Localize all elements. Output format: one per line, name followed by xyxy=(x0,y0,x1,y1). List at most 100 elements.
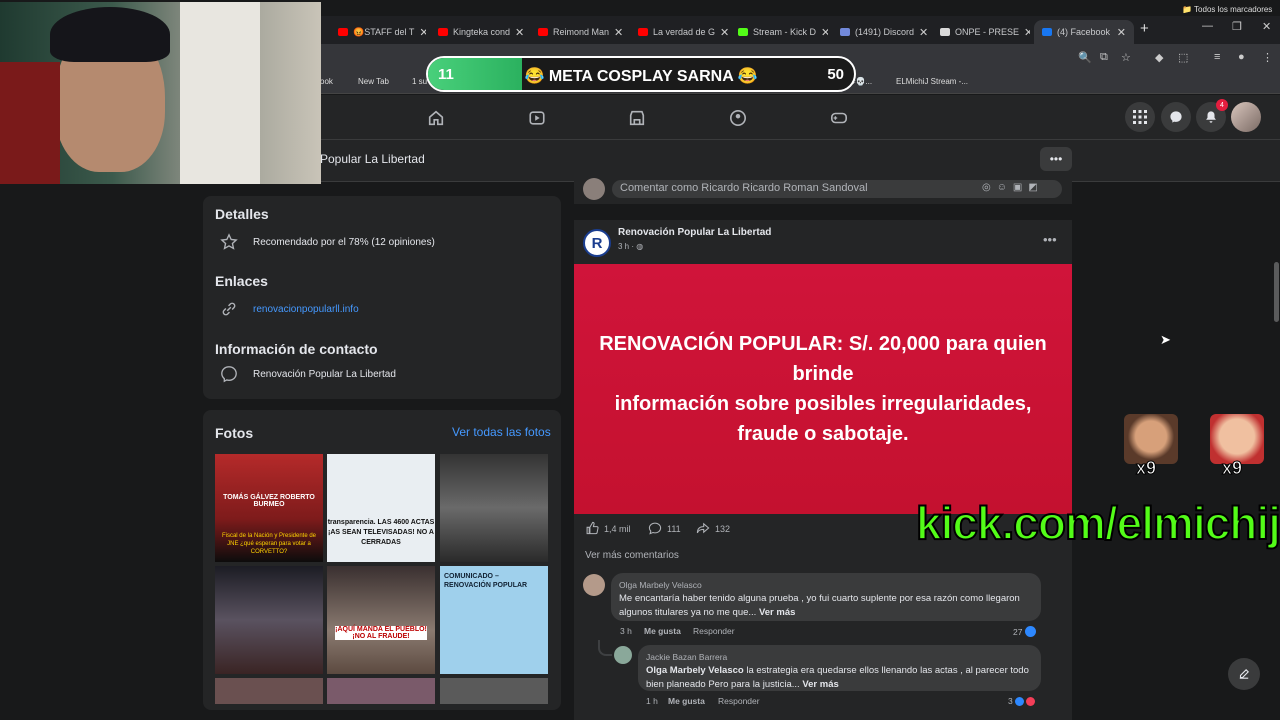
reply-reply-button[interactable]: Responder xyxy=(718,696,760,706)
details-heading: Detalles xyxy=(215,206,269,222)
photos-heading: Fotos xyxy=(215,425,254,441)
share-button[interactable]: 132 xyxy=(696,521,730,537)
photo-caption: COMUNICADO – RENOVACIÓN POPULAR xyxy=(444,573,528,589)
comment-reaction-count: 27 xyxy=(1013,626,1023,637)
groups-icon[interactable] xyxy=(727,107,749,129)
comment-text: Me encantaría haber tenido alguna prueba… xyxy=(619,592,1033,620)
messenger-row[interactable]: Renovación Popular La Libertad xyxy=(219,364,396,384)
messenger-icon[interactable] xyxy=(1161,102,1191,132)
browser-tab[interactable]: (1491) Discord ✕ xyxy=(832,20,930,44)
photo-thumbnail[interactable] xyxy=(327,678,435,704)
media-icon[interactable]: ≡ xyxy=(1214,51,1220,63)
bookmark-star-icon[interactable]: ☆ xyxy=(1121,51,1131,64)
tab-favicon-icon xyxy=(840,28,850,36)
emote-icon xyxy=(1210,414,1264,464)
browser-tab[interactable]: Stream - Kick D ✕ xyxy=(730,20,828,44)
comment-tools-icons[interactable]: ◎☺▣◩ xyxy=(982,182,1044,193)
bookmark-item[interactable]: ook xyxy=(320,77,333,86)
post-author-avatar[interactable]: R xyxy=(583,229,611,257)
comment-like-button[interactable]: Me gusta xyxy=(644,626,681,636)
post-author[interactable]: Renovación Popular La Libertad xyxy=(618,227,771,238)
account-avatar[interactable] xyxy=(1231,102,1261,132)
minimize-icon[interactable]: — xyxy=(1202,20,1213,32)
tab-favicon-icon xyxy=(940,28,950,36)
browser-tab[interactable]: La verdad de G ✕ xyxy=(630,20,728,44)
post-options-button[interactable]: ••• xyxy=(1043,232,1057,247)
reply-see-more[interactable]: Ver más xyxy=(802,679,838,690)
see-more-comments-link[interactable]: Ver más comentarios xyxy=(585,550,679,561)
bookmark-item[interactable]: New Tab xyxy=(358,77,389,86)
video-icon[interactable] xyxy=(526,107,548,129)
tab-close-icon[interactable]: ✕ xyxy=(419,26,426,39)
marketplace-icon[interactable] xyxy=(626,107,648,129)
apps-menu-icon[interactable] xyxy=(1125,102,1155,132)
reply-reactions[interactable]: 3 xyxy=(1008,696,1035,706)
compose-message-button[interactable] xyxy=(1228,658,1260,690)
comment-avatar[interactable] xyxy=(583,574,605,596)
cast-icon[interactable]: ⧉ xyxy=(1100,51,1108,64)
mouse-cursor-icon: ➤ xyxy=(1160,332,1171,347)
gaming-icon[interactable] xyxy=(828,107,850,129)
home-icon[interactable] xyxy=(425,107,447,129)
photo-thumbnail[interactable]: TOMÁS GÁLVEZ ROBERTO BURMEO Fiscal de la… xyxy=(215,454,323,562)
bookmark-item[interactable]: ELMichiJ Stream -... xyxy=(896,77,968,86)
photo-caption: Fiscal de la Nación y Presidente de JNE … xyxy=(221,533,317,555)
photo-thumbnail[interactable] xyxy=(215,678,323,704)
browser-tab[interactable]: Kingteka cond ✕ xyxy=(430,20,528,44)
comment-reply-button[interactable]: Responder xyxy=(693,626,735,636)
recommend-row: Recomendado por el 78% (12 opiniones) xyxy=(219,232,435,252)
reply-thread-line xyxy=(598,640,612,656)
all-bookmarks[interactable]: 📁 Todos los marcadores xyxy=(1182,5,1272,14)
photo-thumbnail[interactable] xyxy=(440,678,548,704)
photo-thumbnail[interactable]: ¡AQUÍ MANDA EL PUEBLO! ¡NO AL FRAUDE! xyxy=(327,566,435,674)
see-all-photos-link[interactable]: Ver todas las fotos xyxy=(452,425,551,439)
comment-author[interactable]: Olga Marbely Velasco xyxy=(619,578,1033,592)
comment-button[interactable]: 111 xyxy=(648,521,681,537)
webcam-overlay xyxy=(0,2,321,184)
browser-tab[interactable]: (4) Facebook ✕ xyxy=(1034,20,1134,44)
tab-close-icon[interactable]: ✕ xyxy=(821,26,828,39)
photo-caption: transparencia. LAS 4600 ACTAS ¡AS SEAN T… xyxy=(327,519,435,546)
tab-close-icon[interactable]: ✕ xyxy=(720,26,728,39)
goal-title: 😂 META COSPLAY SARNA 😂 xyxy=(428,66,854,86)
comment-bubble: Olga Marbely Velasco Me encantaría haber… xyxy=(611,573,1041,621)
photo-thumbnail[interactable] xyxy=(215,566,323,674)
maximize-icon[interactable]: ❐ xyxy=(1232,20,1242,33)
page-more-button[interactable]: ••• xyxy=(1040,147,1072,171)
tab-label: (4) Facebook xyxy=(1057,27,1111,37)
profile-icon[interactable]: ● xyxy=(1238,51,1245,63)
reply-mention[interactable]: Olga Marbely Velasco xyxy=(646,665,744,676)
browser-tab[interactable]: ONPE - PRESE ✕ xyxy=(932,20,1030,44)
puzzle-icon[interactable]: ⬚ xyxy=(1178,51,1188,64)
tab-close-icon[interactable]: ✕ xyxy=(515,26,524,39)
close-window-icon[interactable]: ✕ xyxy=(1262,20,1271,33)
reply-avatar[interactable] xyxy=(614,646,632,664)
comment-see-more[interactable]: Ver más xyxy=(759,607,795,618)
website-row[interactable]: renovacionpopularll.info xyxy=(219,299,359,319)
like-button[interactable]: 1,4 mil xyxy=(585,521,631,537)
extension-icon[interactable]: ◆ xyxy=(1155,51,1163,64)
goal-target: 50 xyxy=(827,66,844,83)
tab-close-icon[interactable]: ✕ xyxy=(1024,26,1030,39)
photo-thumbnail[interactable]: COMUNICADO – RENOVACIÓN POPULAR xyxy=(440,566,548,674)
bookmark-item[interactable]: 1 su xyxy=(412,77,427,86)
reply-author[interactable]: Jackie Bazan Barrera xyxy=(646,650,1033,664)
tab-close-icon[interactable]: ✕ xyxy=(1117,26,1126,39)
browser-tab[interactable]: Reimond Man ✕ xyxy=(530,20,628,44)
page-scrollbar[interactable] xyxy=(1274,262,1279,322)
new-tab-button[interactable]: + xyxy=(1140,20,1149,37)
zoom-icon[interactable]: 🔍 xyxy=(1078,51,1092,64)
tab-close-icon[interactable]: ✕ xyxy=(614,26,623,39)
comment-input[interactable]: Comentar como Ricardo Ricardo Roman Sand… xyxy=(620,182,868,194)
browser-tab[interactable]: 😡STAFF del T ✕ xyxy=(330,20,426,44)
reply-like-button[interactable]: Me gusta xyxy=(668,696,705,706)
website-link[interactable]: renovacionpopularll.info xyxy=(253,304,359,315)
comment-reactions[interactable]: 27 xyxy=(1013,626,1037,637)
tab-label: 😡STAFF del T xyxy=(353,26,415,37)
post-image-banner[interactable]: RENOVACIÓN POPULAR: S/. 20,000 para quie… xyxy=(574,264,1072,514)
tab-favicon-icon xyxy=(638,28,648,36)
photo-thumbnail[interactable]: transparencia. LAS 4600 ACTAS ¡AS SEAN T… xyxy=(327,454,435,562)
photo-thumbnail[interactable] xyxy=(440,454,548,562)
tab-close-icon[interactable]: ✕ xyxy=(919,26,928,39)
menu-dots-icon[interactable]: ⋮ xyxy=(1262,51,1273,64)
